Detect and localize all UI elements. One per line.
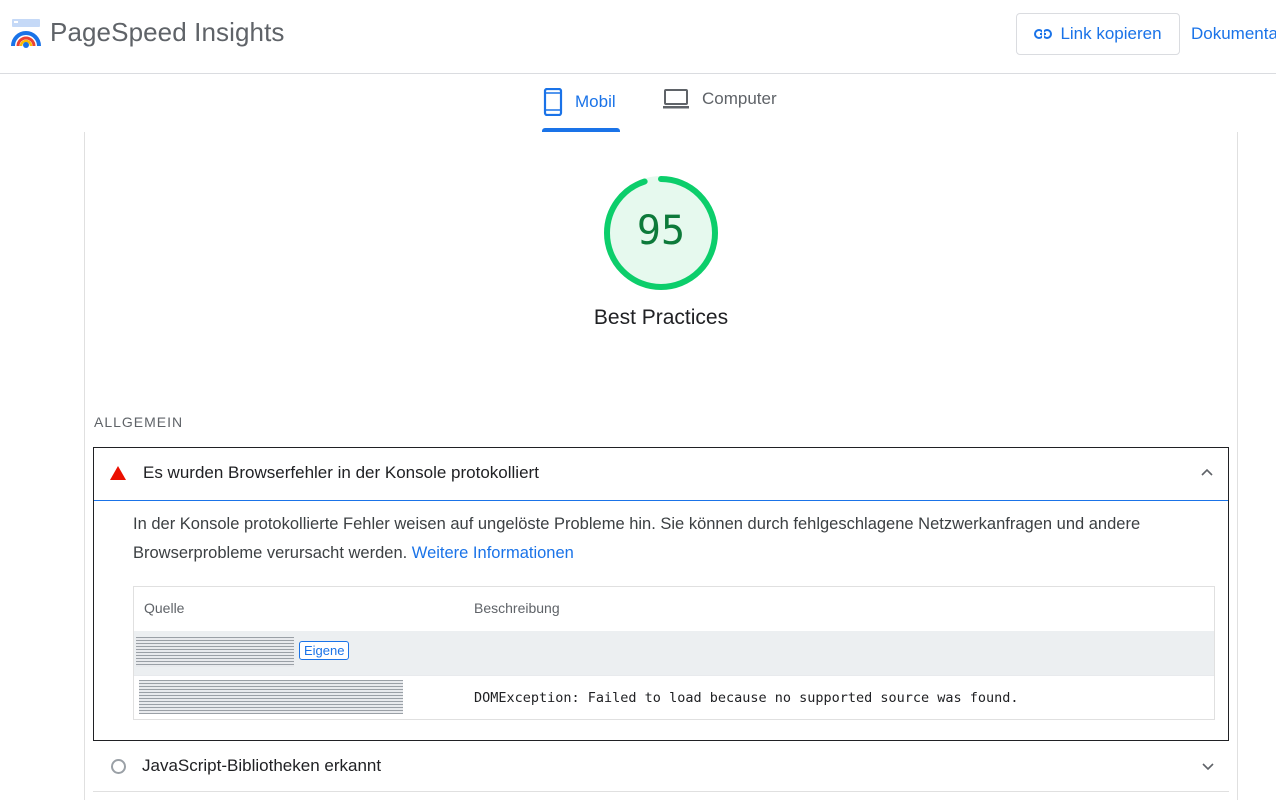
- audit-title: JavaScript-Bibliotheken erkannt: [142, 756, 382, 775]
- audit-description-text: In der Konsole protokollierte Fehler wei…: [133, 515, 1141, 562]
- chevron-down-icon[interactable]: [1199, 757, 1217, 775]
- column-header-source: Quelle: [144, 600, 185, 616]
- learn-more-link[interactable]: Weitere Informationen: [412, 544, 574, 562]
- copy-link-label: Link kopieren: [1060, 24, 1162, 43]
- audit-console-errors: Es wurden Browserfehler in der Konsole p…: [93, 447, 1229, 741]
- tab-mobile-label: Mobil: [575, 92, 616, 111]
- error-message: DOMException: Failed to load because no …: [474, 690, 1019, 706]
- redacted-url[interactable]: [139, 680, 403, 714]
- circle-icon: [111, 759, 126, 774]
- score-category-label: Best Practices: [593, 306, 729, 329]
- top-header: PageSpeed Insights Link kopieren Dokumen…: [0, 0, 1276, 74]
- redacted-url: [136, 637, 294, 667]
- column-header-description: Beschreibung: [474, 600, 560, 616]
- link-icon: [1034, 29, 1053, 39]
- pagespeed-logo-icon: [11, 19, 41, 48]
- tab-computer[interactable]: Computer: [662, 88, 777, 110]
- chevron-up-icon[interactable]: [1198, 464, 1216, 482]
- warning-triangle-icon: [110, 466, 126, 480]
- details-table: Quelle Beschreibung Eigene DOMException:…: [133, 586, 1215, 720]
- tab-computer-label: Computer: [702, 89, 777, 108]
- audit-title: Es wurden Browserfehler in der Konsole p…: [143, 463, 539, 482]
- laptop-icon: [663, 89, 689, 109]
- section-title: ALLGEMEIN: [94, 414, 184, 430]
- audit-header[interactable]: Es wurden Browserfehler in der Konsole p…: [94, 448, 1228, 501]
- first-party-badge: Eigene: [299, 641, 350, 660]
- brand-title: PageSpeed Insights: [50, 17, 285, 47]
- score-value: 95: [636, 208, 686, 254]
- table-row: Eigene: [134, 631, 1214, 675]
- docs-link[interactable]: Dokumenta: [1191, 24, 1276, 44]
- tab-mobile[interactable]: Mobil: [543, 88, 616, 116]
- audit-description: In der Konsole protokollierte Fehler wei…: [133, 510, 1193, 568]
- audit-js-libraries[interactable]: JavaScript-Bibliotheken erkannt: [93, 741, 1229, 792]
- smartphone-icon: [543, 88, 563, 116]
- table-row: DOMException: Failed to load because no …: [134, 675, 1214, 720]
- copy-link-button[interactable]: Link kopieren: [1016, 13, 1180, 55]
